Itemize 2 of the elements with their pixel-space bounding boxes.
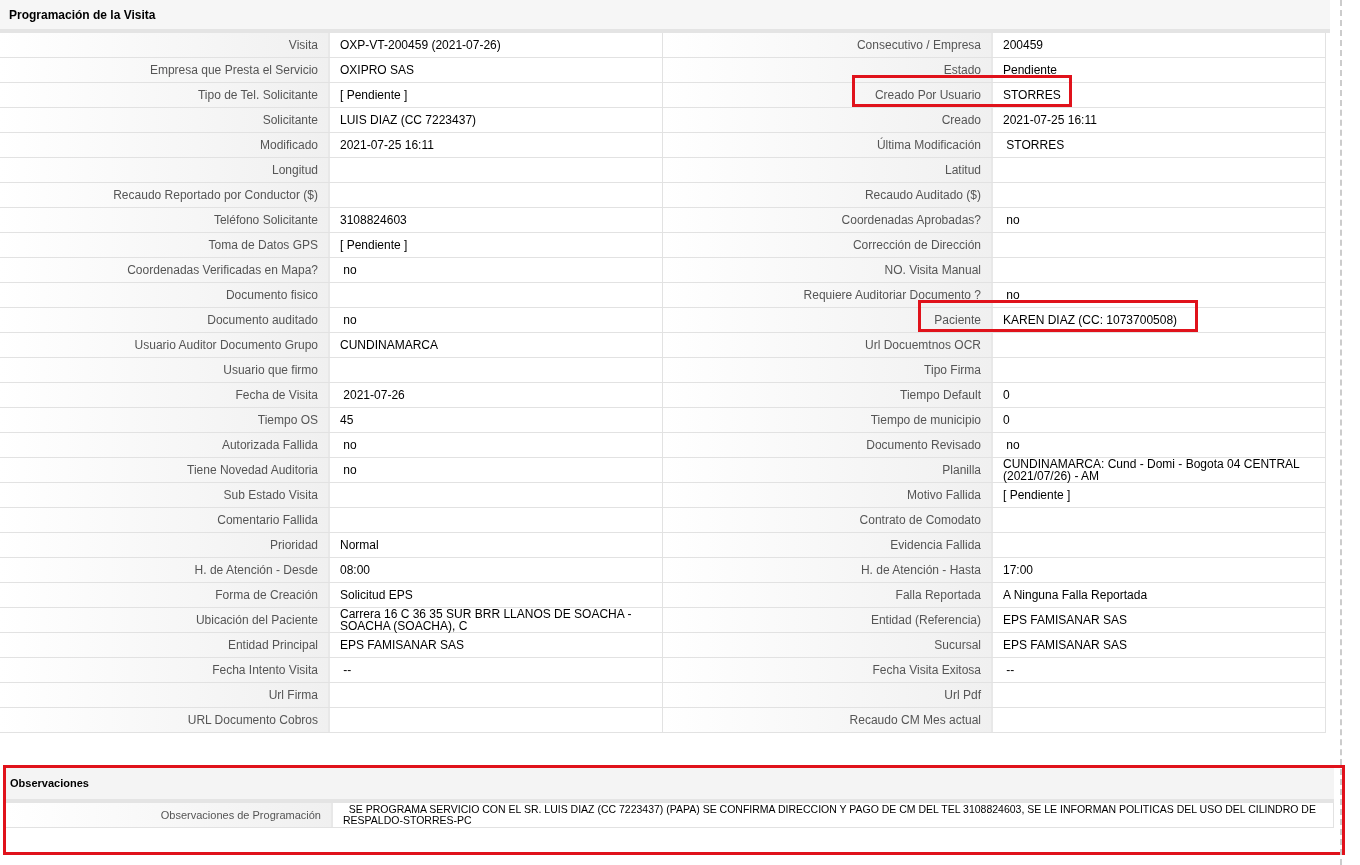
section-title: Programación de la Visita <box>9 6 156 24</box>
section-title: Observaciones <box>10 776 89 792</box>
